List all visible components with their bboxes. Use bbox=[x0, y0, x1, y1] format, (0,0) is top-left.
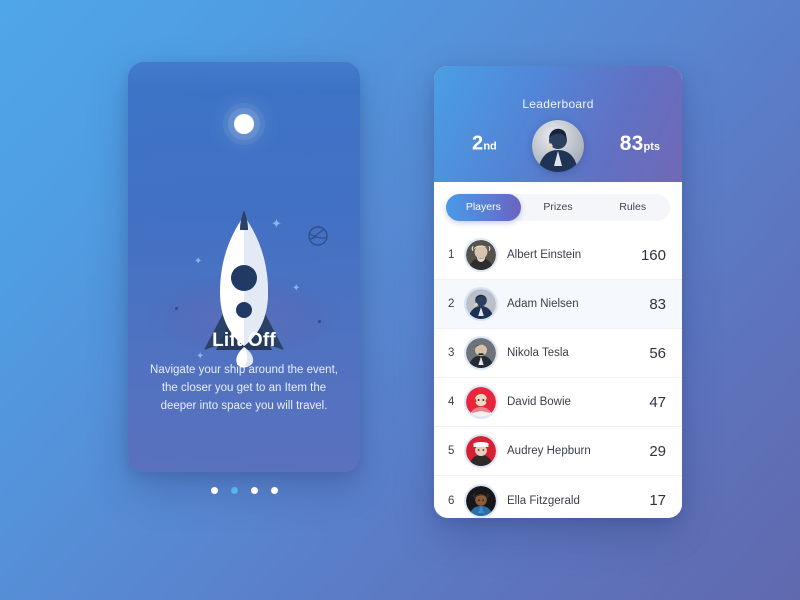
player-list: 1 Albert Einstein 160 2 Adam Nielsen 83 … bbox=[434, 231, 682, 518]
table-row[interactable]: 2 Adam Nielsen 83 bbox=[434, 280, 682, 329]
avatar-david-bowie bbox=[466, 387, 496, 417]
leaderboard-header: Leaderboard 2nd 83pts bbox=[434, 66, 682, 182]
star-dot-icon bbox=[318, 320, 321, 323]
avatar-nikola-tesla bbox=[466, 338, 496, 368]
sun-icon bbox=[234, 114, 254, 134]
user-rank: 2nd bbox=[472, 133, 497, 156]
table-row[interactable]: 1 Albert Einstein 160 bbox=[434, 231, 682, 280]
leaderboard-card: Leaderboard 2nd 83pts Players Prizes Rul… bbox=[434, 66, 682, 518]
tab-rules[interactable]: Rules bbox=[595, 194, 670, 221]
current-user-avatar[interactable] bbox=[532, 120, 584, 172]
planet-icon bbox=[306, 224, 330, 253]
player-score: 17 bbox=[649, 492, 666, 509]
avatar-adam-nielsen bbox=[466, 289, 496, 319]
player-name: Nikola Tesla bbox=[507, 347, 569, 359]
player-score: 47 bbox=[649, 393, 666, 411]
page-title: Lift Off bbox=[212, 330, 276, 351]
player-name: Audrey Hepburn bbox=[507, 445, 591, 457]
player-rank: 3 bbox=[448, 347, 455, 359]
player-name: Ella Fitzgerald bbox=[507, 494, 580, 507]
onboarding-description: Navigate your ship around the event, the… bbox=[150, 364, 338, 412]
player-score: 56 bbox=[649, 344, 666, 362]
user-rank-value: 2 bbox=[472, 132, 484, 155]
user-points-suffix: pts bbox=[643, 141, 661, 153]
tab-prizes[interactable]: Prizes bbox=[521, 194, 596, 221]
user-rank-suffix: nd bbox=[483, 140, 497, 153]
leaderboard-title: Leaderboard bbox=[522, 97, 594, 111]
player-rank: 6 bbox=[448, 494, 455, 507]
page-dot-2[interactable] bbox=[230, 487, 238, 494]
player-score: 83 bbox=[649, 295, 666, 313]
player-rank: 2 bbox=[448, 298, 455, 310]
avatar-audrey-hepburn bbox=[466, 436, 496, 466]
table-row[interactable]: 4 David Bowie 47 bbox=[434, 378, 682, 427]
table-row[interactable]: 5 Audrey Hepburn 29 bbox=[434, 427, 682, 476]
tabs-container: Players Prizes Rules bbox=[434, 182, 682, 231]
player-score: 160 bbox=[640, 246, 666, 264]
app-background: ✦ ✦ ✦ ✦ Lift Off Navigate your ship arou… bbox=[0, 0, 800, 600]
table-row[interactable]: 6 Ella Fitzgerald 17 bbox=[434, 476, 682, 518]
avatar-ella-fitzgerald bbox=[466, 485, 496, 516]
player-name: Adam Nielsen bbox=[507, 298, 579, 310]
tab-players[interactable]: Players bbox=[446, 194, 521, 221]
star-dot-icon bbox=[175, 307, 178, 310]
user-points: 83pts bbox=[620, 132, 660, 156]
onboarding-card: ✦ ✦ ✦ ✦ Lift Off Navigate your ship arou… bbox=[128, 62, 360, 472]
player-rank: 5 bbox=[448, 445, 455, 457]
player-name: David Bowie bbox=[507, 396, 571, 408]
page-dot-4[interactable] bbox=[270, 487, 278, 494]
player-score: 29 bbox=[649, 442, 666, 460]
tab-bar: Players Prizes Rules bbox=[446, 194, 670, 221]
avatar-albert-einstein bbox=[466, 240, 496, 270]
user-points-value: 83 bbox=[619, 132, 644, 155]
page-dot-1[interactable] bbox=[210, 487, 218, 494]
page-dot-3[interactable] bbox=[250, 487, 258, 494]
player-rank: 4 bbox=[448, 396, 455, 408]
table-row[interactable]: 3 Nikola Tesla 56 bbox=[434, 329, 682, 378]
pagination-dots[interactable] bbox=[128, 487, 360, 494]
player-name: Albert Einstein bbox=[507, 249, 582, 261]
player-rank: 1 bbox=[448, 249, 455, 261]
